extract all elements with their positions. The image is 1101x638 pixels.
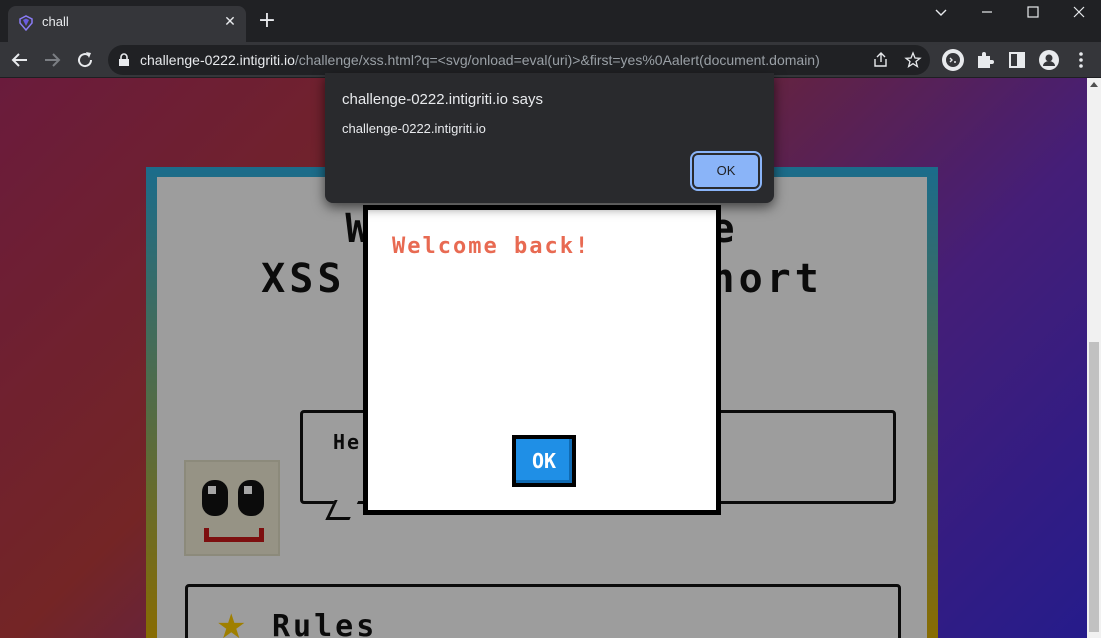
js-alert-dialog: challenge-0222.intigriti.io says challen… xyxy=(325,73,774,203)
page-scrollbar[interactable] xyxy=(1087,78,1101,638)
url-path: /challenge/xss.html?q=<svg/onload=eval(u… xyxy=(294,52,820,68)
extensions-puzzle-icon[interactable] xyxy=(973,48,997,72)
close-window-icon[interactable] xyxy=(1056,0,1101,26)
forward-icon[interactable] xyxy=(40,48,64,72)
tab-search-icon[interactable] xyxy=(918,0,964,26)
extension-avatar-icon[interactable] xyxy=(941,48,965,72)
url-text: challenge-0222.intigriti.io/challenge/xs… xyxy=(140,52,820,68)
browser-tab[interactable]: chall ✕ xyxy=(8,6,246,42)
url-host: challenge-0222.intigriti.io xyxy=(140,52,295,68)
alert-ok-button[interactable]: OK xyxy=(690,151,762,191)
side-panel-icon[interactable] xyxy=(1005,48,1029,72)
address-bar[interactable]: challenge-0222.intigriti.io/challenge/xs… xyxy=(108,45,930,75)
new-tab-icon[interactable]: + xyxy=(256,10,278,32)
modal-ok-button[interactable]: OK xyxy=(512,435,576,487)
tab-close-icon[interactable]: ✕ xyxy=(222,14,238,30)
browser-window: chall ✕ + challenge-0222.intigriti.io/ch… xyxy=(0,0,1101,638)
maximize-icon[interactable] xyxy=(1010,0,1056,26)
scrollbar-thumb[interactable] xyxy=(1089,342,1099,632)
modal-title: Welcome back! xyxy=(392,234,591,259)
scroll-up-arrow-icon[interactable] xyxy=(1090,82,1098,87)
intigriti-logo-icon xyxy=(19,15,33,31)
alert-message: challenge-0222.intigriti.io xyxy=(342,121,486,136)
menu-kebab-icon[interactable] xyxy=(1069,48,1093,72)
bookmark-star-icon[interactable] xyxy=(904,51,922,69)
back-icon[interactable] xyxy=(8,48,32,72)
tab-strip: chall ✕ + xyxy=(0,0,1101,42)
tab-title: chall xyxy=(42,14,69,29)
share-icon[interactable] xyxy=(872,51,890,69)
profile-icon[interactable] xyxy=(1037,48,1061,72)
alert-title: challenge-0222.intigriti.io says xyxy=(342,91,543,108)
welcome-modal: Welcome back! OK xyxy=(363,205,721,515)
minimize-icon[interactable] xyxy=(964,0,1010,26)
lock-icon[interactable] xyxy=(118,53,130,67)
reload-icon[interactable] xyxy=(73,48,97,72)
